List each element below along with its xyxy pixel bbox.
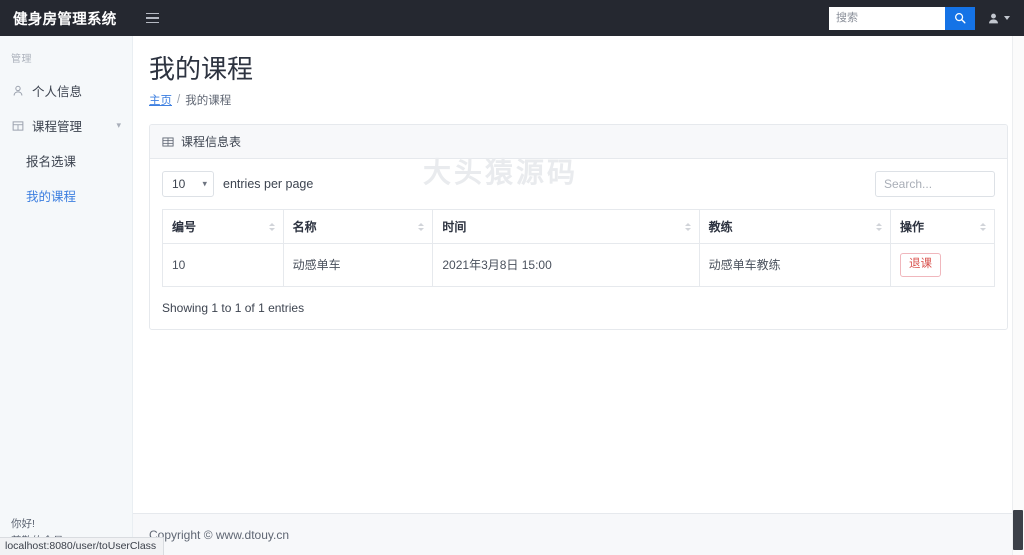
- card-header: 课程信息表: [150, 125, 1007, 160]
- table-controls: 10 25 50 100 ▾ entries per page: [162, 171, 995, 198]
- user-icon: [11, 85, 24, 97]
- table-search-input[interactable]: [875, 171, 995, 198]
- card-header-title: 课程信息表: [181, 135, 242, 150]
- sort-icon: [875, 222, 882, 231]
- greeting-text: 你好!: [11, 518, 35, 531]
- navbar-right: [829, 6, 1024, 30]
- navbar-search-button[interactable]: [945, 6, 975, 30]
- table-info-text: Showing 1 to 1 of 1 entries: [162, 300, 305, 315]
- column-header-label: 时间: [442, 220, 467, 235]
- navbar-search-group: [829, 6, 975, 30]
- entries-per-page-label: entries per page: [223, 177, 314, 192]
- breadcrumb-separator: /: [177, 94, 181, 107]
- breadcrumb-current: 我的课程: [185, 95, 232, 108]
- sidebar-section-title: 管理: [11, 54, 32, 65]
- navbar-search-input[interactable]: [829, 6, 945, 30]
- sort-icon: [418, 222, 425, 231]
- page-title: 我的课程: [149, 54, 254, 84]
- cell-name: 动感单车: [282, 243, 434, 287]
- hamburger-line: [145, 21, 159, 24]
- course-table: 编号 名称 时间 教练 操作 10 动感单车 2021年3月8日 15:00 动…: [162, 209, 996, 287]
- page-scrollbar-thumb[interactable]: [1013, 510, 1023, 550]
- sort-icon: [684, 222, 691, 231]
- card-body: 10 25 50 100 ▾ entries per page: [150, 159, 1007, 329]
- chevron-down-icon: [1004, 16, 1010, 20]
- table-icon: [162, 137, 174, 147]
- brand-title: 健身房管理系统: [13, 11, 117, 28]
- page-length-select-wrap: 10 25 50 100 ▾: [162, 171, 214, 198]
- table-row: 10 动感单车 2021年3月8日 15:00 动感单车教练 退课: [162, 243, 996, 287]
- column-header-action[interactable]: 操作: [889, 209, 996, 245]
- sidebar-subitem-enroll-course[interactable]: 报名选课: [0, 143, 132, 178]
- column-header-coach[interactable]: 教练: [698, 209, 891, 245]
- table-header-row: 编号 名称 时间 教练 操作: [162, 209, 996, 245]
- column-header-time[interactable]: 时间: [432, 209, 700, 245]
- breadcrumb: 主页 / 我的课程: [149, 92, 1008, 108]
- drop-course-button[interactable]: 退课: [899, 253, 941, 277]
- page-scrollbar-track[interactable]: [1012, 36, 1024, 555]
- app-root: 健身房管理系统 搜索 管理 个人信息 课程管理 ▾ 报名选课 我的课程 你好! …: [0, 0, 1024, 555]
- menu-toggle-icon[interactable]: [137, 5, 167, 31]
- page-footer: Copyright © www.dtouy.cn: [133, 513, 1024, 555]
- page-length-select[interactable]: 10 25 50 100: [162, 171, 214, 198]
- sidebar-item-personal-info[interactable]: 个人信息: [0, 73, 132, 108]
- hamburger-line: [145, 17, 159, 19]
- user-icon: [989, 13, 998, 23]
- cell-coach: 动感单车教练: [698, 243, 891, 287]
- table-head: 编号 名称 时间 教练 操作: [162, 209, 996, 245]
- main-area: 我的课程 主页 / 我的课程 课程信息表 10 ▾ entries per pa…: [133, 36, 1024, 555]
- column-header-label: 操作: [899, 220, 924, 235]
- sidebar-subitem-my-courses[interactable]: 我的课程: [0, 178, 132, 213]
- search-icon: [955, 13, 966, 24]
- column-header-name[interactable]: 名称: [282, 209, 434, 245]
- body-wrapper: 管理 个人信息 课程管理 ▾ 报名选课 我的课程 你好! 我的课程 主页 / 我…: [0, 36, 1024, 555]
- column-header-label: 编号: [172, 220, 197, 235]
- user-menu-button[interactable]: [985, 12, 1012, 25]
- column-header-label: 教练: [708, 220, 733, 235]
- cell-id: 10: [162, 243, 284, 287]
- column-header-id[interactable]: 编号: [162, 209, 284, 245]
- sort-icon: [980, 222, 986, 231]
- hamburger-line: [145, 12, 159, 15]
- page-length-group: 10 25 50 100 ▾ entries per page: [162, 171, 314, 198]
- sidebar: 管理 个人信息 课程管理 ▾ 报名选课 我的课程 你好!: [0, 36, 133, 555]
- course-table-card: 课程信息表 10 25 50 100: [149, 124, 1008, 330]
- status-bar-url: localhost:8080/user/toUserClass: [0, 537, 165, 555]
- breadcrumb-home-link[interactable]: 主页: [149, 92, 172, 108]
- column-header-label: 名称: [292, 220, 317, 235]
- table-body: 10 动感单车 2021年3月8日 15:00 动感单车教练 退课: [162, 243, 996, 287]
- top-navbar: 健身房管理系统: [0, 0, 1024, 36]
- cell-time: 2021年3月8日 15:00: [432, 243, 700, 287]
- cell-action: 退课: [889, 243, 996, 287]
- sidebar-item-label: 个人信息: [32, 85, 83, 99]
- grid-icon: [11, 120, 24, 132]
- copyright-text: Copyright © www.dtouy.cn: [149, 527, 290, 542]
- sort-icon: [268, 222, 275, 231]
- page-content: 我的课程 主页 / 我的课程 课程信息表 10 ▾ entries per pa…: [133, 36, 1024, 513]
- chevron-down-icon: ▾: [116, 120, 121, 130]
- sidebar-item-course-management[interactable]: 课程管理 ▾: [0, 108, 132, 143]
- sidebar-item-label: 课程管理: [32, 120, 83, 134]
